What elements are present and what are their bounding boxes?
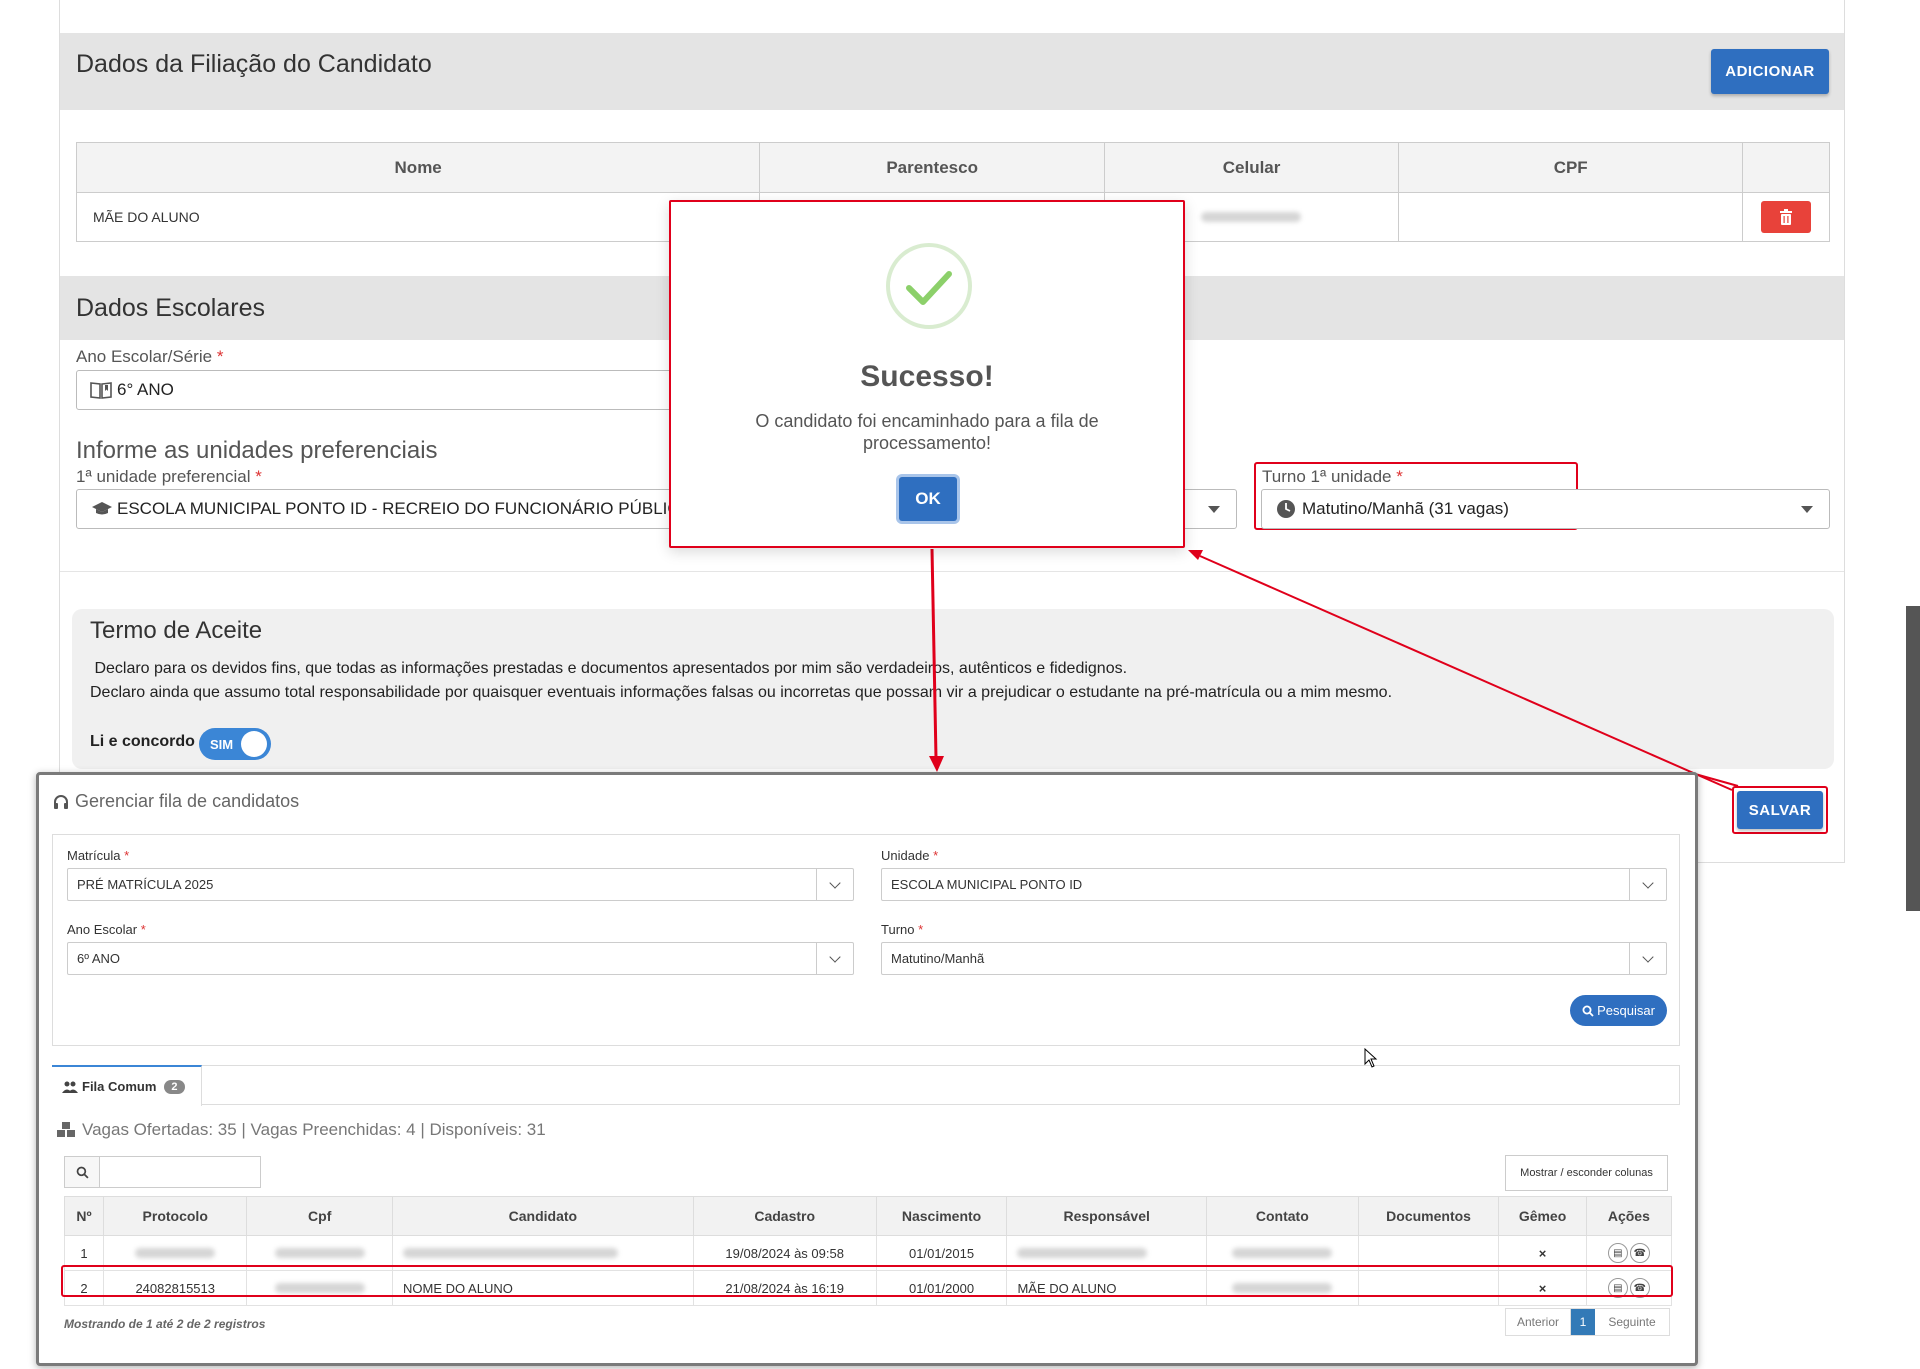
table-info: Mostrando de 1 até 2 de 2 registros — [64, 1317, 266, 1331]
candidato-redacted — [403, 1247, 619, 1258]
col-gemeo: Gêmeo — [1498, 1196, 1587, 1236]
ano-escolar-label: Ano Escolar * — [67, 922, 146, 937]
unidade-label: Unidade * — [881, 848, 939, 863]
check-circle-icon — [886, 243, 972, 329]
search-icon — [1582, 1005, 1594, 1017]
prev-page-button[interactable]: Anterior — [1506, 1309, 1571, 1335]
col-responsavel: Responsável — [1006, 1196, 1207, 1236]
modal-message: O candidato foi encaminhado para a fila … — [755, 411, 1099, 453]
ano-escolar-select[interactable]: 6º ANO — [67, 942, 854, 975]
unidade-select[interactable]: ESCOLA MUNICIPAL PONTO ID — [881, 868, 1667, 901]
row-highlight — [61, 1265, 1673, 1297]
responsavel-redacted — [1017, 1247, 1148, 1258]
cubes-icon — [57, 1122, 75, 1137]
contato-redacted — [1232, 1247, 1333, 1258]
fila-header: Gerenciar fila de candidatos — [53, 791, 299, 812]
tabs-bar — [52, 1065, 1680, 1105]
col-nascimento: Nascimento — [875, 1196, 1008, 1236]
chevron-down-icon — [1642, 950, 1654, 963]
headset-icon — [54, 794, 68, 809]
mouse-cursor-icon — [1364, 1048, 1378, 1068]
table-search[interactable] — [64, 1156, 261, 1188]
users-icon — [62, 1081, 78, 1093]
cpf-redacted — [274, 1247, 365, 1258]
page-1-button[interactable]: 1 — [1571, 1309, 1595, 1335]
matricula-select[interactable]: PRÉ MATRÍCULA 2025 — [67, 868, 854, 901]
col-contato: Contato — [1205, 1196, 1359, 1236]
col-documentos: Documentos — [1357, 1196, 1500, 1236]
next-page-button[interactable]: Seguinte — [1595, 1309, 1669, 1335]
columns-toggle-button[interactable]: Mostrar / esconder colunas — [1505, 1155, 1668, 1191]
modal-title: Sucesso! — [860, 360, 994, 393]
col-cadastro: Cadastro — [692, 1196, 877, 1236]
matricula-label: Matrícula * — [67, 848, 130, 863]
turno-filter-select[interactable]: Matutino/Manhã — [881, 942, 1667, 975]
col-n: Nº — [63, 1196, 105, 1236]
search-button[interactable]: Pesquisar — [1570, 995, 1667, 1026]
fila-panel: Gerenciar fila de candidatos Matrícula *… — [36, 772, 1698, 1366]
col-acoes: Ações — [1585, 1196, 1673, 1236]
filter-box — [52, 834, 1680, 1046]
success-modal: Sucesso! O candidato foi encaminhado par… — [669, 200, 1185, 548]
chevron-down-icon — [829, 950, 841, 963]
turno-filter-label: Turno * — [881, 922, 924, 937]
ok-button[interactable]: OK — [899, 477, 957, 521]
search-icon — [65, 1157, 100, 1187]
phone-icon[interactable]: ☎ — [1629, 1243, 1650, 1263]
vagas-info: Vagas Ofertadas: 35 | Vagas Preenchidas:… — [56, 1120, 546, 1140]
tab-count-badge: 2 — [164, 1079, 185, 1094]
tab-fila-comum[interactable]: Fila Comum 2 — [52, 1065, 202, 1106]
col-cpf: Cpf — [246, 1196, 394, 1236]
chevron-down-icon — [829, 876, 841, 889]
chevron-down-icon — [1642, 876, 1654, 889]
col-candidato: Candidato — [392, 1196, 694, 1236]
col-protocolo: Protocolo — [103, 1196, 248, 1236]
protocolo-redacted — [135, 1247, 216, 1258]
pagination: Anterior 1 Seguinte — [1505, 1308, 1670, 1336]
document-icon[interactable]: ▤ — [1607, 1243, 1628, 1263]
